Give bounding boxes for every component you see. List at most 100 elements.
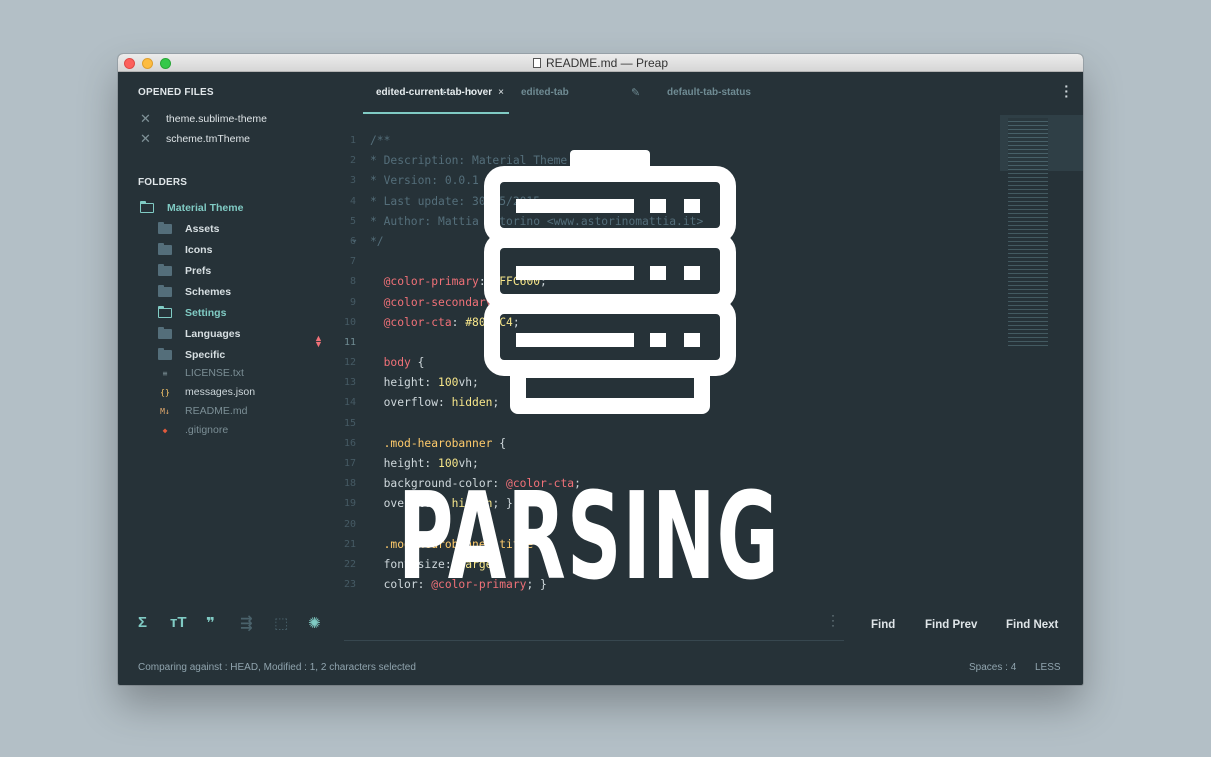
opened-file-label: theme.sublime-theme <box>166 112 267 125</box>
tab-close-icon[interactable]: × <box>498 87 504 98</box>
folder-root[interactable]: Material Theme <box>140 201 244 214</box>
parsing-overlay-text: PARSING <box>398 468 780 607</box>
sidebar-folder-prefs[interactable]: Prefs <box>158 264 212 277</box>
folder-label: Languages <box>185 328 241 340</box>
find-button[interactable]: Find <box>871 619 895 631</box>
folder-icon <box>158 243 172 255</box>
find-next-button[interactable]: Find Next <box>1006 619 1058 631</box>
minimize-window-button[interactable] <box>142 58 153 69</box>
folder-open-icon <box>158 306 172 318</box>
sigma-icon[interactable]: Σ <box>138 614 147 631</box>
file-label: messages.json <box>185 386 256 398</box>
find-prev-button[interactable]: Find Prev <box>925 619 977 631</box>
folder-label: Prefs <box>185 265 212 277</box>
window-controls <box>124 58 171 69</box>
pencil-icon: ✎ <box>631 87 641 99</box>
code-token: /** <box>370 134 391 147</box>
line-number: 5 <box>349 215 356 227</box>
folder-label: Specific <box>185 349 226 361</box>
markdown-file-icon: M↓ <box>160 406 170 416</box>
sidebar-file-item[interactable]: M↓ README.md <box>158 405 247 417</box>
tab-bar: ‹ › edited-current-tab-hover × edited-tab… <box>346 73 1083 115</box>
sidebar-file-item[interactable]: ◆ .gitignore <box>158 424 229 436</box>
find-options-icon[interactable]: · · · <box>831 609 835 631</box>
wrap-icon[interactable]: ⇶ <box>240 614 253 632</box>
folder-label: Icons <box>185 244 213 256</box>
find-input[interactable] <box>344 640 844 641</box>
tab-edited-tab[interactable]: edited-tab <box>521 87 569 98</box>
tab-default-tab-status[interactable]: default-tab-status <box>667 87 751 98</box>
line-number: 8 <box>349 276 356 288</box>
status-syntax[interactable]: LESS <box>1035 662 1061 673</box>
sidebar-folder-settings[interactable]: Settings <box>158 306 226 319</box>
code-token: : <box>451 315 466 329</box>
json-file-icon: {} <box>160 387 170 397</box>
code-token: .mod-hearobanner <box>383 436 493 450</box>
folder-label: Assets <box>185 223 220 235</box>
folder-icon <box>158 264 172 276</box>
tab-label: default-tab-status <box>667 87 751 98</box>
code-token: @color-secondary <box>383 295 493 309</box>
folder-label: Material Theme <box>167 202 244 214</box>
sidebar-folder-icons[interactable]: Icons <box>158 243 213 256</box>
code-token: body <box>383 356 411 370</box>
code-line: .mod-hearobanner { <box>370 434 1000 454</box>
close-window-button[interactable] <box>124 58 135 69</box>
line-number: 13 <box>343 377 356 389</box>
line-number: 20 <box>343 518 356 530</box>
status-bar: Comparing against : HEAD, Modified : 1, … <box>118 643 1083 685</box>
code-token: @color-primary <box>383 275 479 289</box>
opened-file-item[interactable]: ✕ scheme.tmTheme <box>140 132 250 145</box>
sidebar: OPENED FILES ✕ theme.sublime-theme ✕ sch… <box>118 73 346 601</box>
code-token: { <box>410 356 425 370</box>
sidebar-folder-assets[interactable]: Assets <box>158 222 220 235</box>
line-number: 3 <box>349 175 356 187</box>
quote-icon[interactable]: ❞ <box>206 614 215 632</box>
minimap[interactable] <box>1008 118 1048 348</box>
folder-icon <box>158 327 172 339</box>
code-token: { <box>492 436 507 450</box>
line-number: 11 <box>343 336 356 348</box>
file-label: .gitignore <box>185 424 229 436</box>
sidebar-file-item[interactable]: ≡ LICENSE.txt <box>158 367 244 379</box>
file-label: README.md <box>185 405 248 417</box>
line-number: 10 <box>343 316 356 328</box>
selection-icon[interactable]: ⬚ <box>274 614 288 632</box>
line-number: 19 <box>343 498 356 510</box>
line-number: 12 <box>343 357 356 369</box>
sidebar-file-item[interactable]: {} messages.json <box>158 386 255 398</box>
window-title: README.md — Preap <box>532 56 668 70</box>
line-number: 1 <box>349 135 356 146</box>
line-number: 16 <box>343 437 356 449</box>
text-file-icon: ≡ <box>162 368 168 378</box>
more-menu-icon[interactable]: · · · <box>1064 79 1069 103</box>
text-size-icon[interactable]: ᴛT <box>170 614 187 631</box>
line-number: 18 <box>343 478 356 490</box>
close-icon[interactable]: ✕ <box>140 132 152 145</box>
folder-label: Schemes <box>185 286 232 298</box>
status-indentation[interactable]: Spaces : 4 <box>969 662 1016 673</box>
sidebar-folder-languages[interactable]: Languages <box>158 327 241 340</box>
line-number: 2 <box>349 155 356 167</box>
sidebar-folder-specific[interactable]: Specific <box>158 348 226 361</box>
file-label: LICENSE.txt <box>185 367 244 379</box>
close-icon[interactable]: ✕ <box>140 112 152 125</box>
opened-file-item[interactable]: ✕ theme.sublime-theme <box>140 112 267 125</box>
tab-label: edited-tab <box>521 87 569 98</box>
maximize-window-button[interactable] <box>160 58 171 69</box>
opened-files-title: OPENED FILES <box>138 87 214 98</box>
sidebar-folder-schemes[interactable]: Schemes <box>158 285 232 298</box>
tab-edited-current-tab-hover[interactable]: edited-current-tab-hover × <box>376 87 504 98</box>
code-token: 100 <box>438 376 459 390</box>
line-number: 23 <box>343 579 356 591</box>
code-token: overflow: <box>383 396 452 410</box>
fold-chevron-icon[interactable]: ⌄ <box>350 234 358 245</box>
highlight-icon[interactable]: ✺ <box>308 614 321 632</box>
